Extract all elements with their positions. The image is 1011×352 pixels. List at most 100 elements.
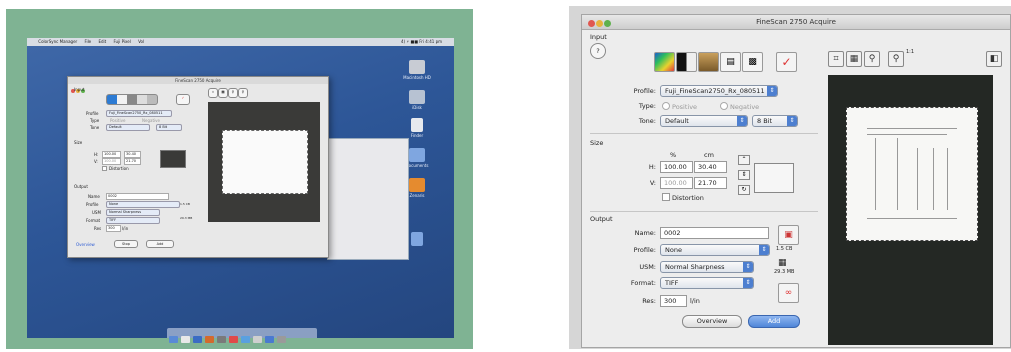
usm-popup[interactable]: Normal Sharpness ⇕ [660,261,754,273]
hard-drive-icon[interactable] [409,60,425,74]
finescan-window-small[interactable]: FineScan 2750 Acquire Input ✓ Profile Fu… [67,76,329,258]
crop-icon[interactable]: ⌗ [208,88,218,98]
sepia-mode-icon[interactable] [698,52,719,72]
tone-label: Tone [90,125,100,130]
type-positive-radio[interactable]: Positive [662,102,697,111]
profile-popup[interactable]: Fuji_FineScan2750_Rx_080511 ⇕ [660,85,778,97]
format-popup[interactable]: TIFF [106,217,160,224]
add-button[interactable]: Add [146,240,174,248]
profile-value: Fuji_FineScan2750_Rx_080511 [665,87,765,95]
h-cm-field[interactable]: 30.40 [124,151,141,158]
preview-area[interactable] [828,75,993,345]
dock-item-icon[interactable] [193,336,202,343]
add-button[interactable]: Add [748,315,800,328]
dock-item-icon[interactable] [253,336,262,343]
v-cm-field[interactable]: 21.70 [694,177,727,189]
popup-arrow-icon: ⇕ [787,116,797,126]
distortion-label: Distortion [109,166,129,171]
name-field[interactable]: 0002 [660,227,769,239]
dock-item-icon[interactable] [217,336,226,343]
distortion-checkbox[interactable]: Distortion [662,193,704,202]
menu-app-name[interactable]: ColorSync Manager [38,39,77,44]
menu-fuji[interactable]: Fuji Pixel [113,39,130,44]
menu-file[interactable]: File [84,39,91,44]
folder-icon[interactable] [411,232,423,246]
dock-item-icon[interactable] [205,336,214,343]
dock-item-icon[interactable] [241,336,250,343]
tone-popup[interactable]: Default [106,124,150,131]
halftone-mode-icon[interactable]: ▩ [742,52,763,72]
output-folder-icon[interactable]: ▣ [778,225,799,245]
colorsync-icon[interactable]: ✓ [176,94,190,105]
finescan-window[interactable]: FineScan 2750 Acquire Input ? ▤ ▩ ✓ Prof… [581,14,1011,348]
usm-popup[interactable]: Normal Sharpness [106,209,160,216]
colorsync-check-icon[interactable]: ✓ [776,52,797,72]
v-percent-field[interactable]: 100.00 [102,158,121,165]
zoom-icon[interactable] [604,20,611,27]
dock-item-icon[interactable] [277,336,286,343]
link-chain-icon[interactable]: ∞ [778,283,799,303]
v-cm-field[interactable]: 21.70 [124,158,141,165]
h-percent-field[interactable]: 100.00 [660,161,693,173]
dock-item-icon[interactable] [265,336,274,343]
menu-edit[interactable]: Edit [98,39,106,44]
window-controls [588,18,612,32]
profile-popup[interactable]: Fuji_FineScan2750_Rx_080511 [106,110,172,117]
lineart-mode-icon[interactable]: ▤ [720,52,741,72]
output-divider [590,211,818,212]
panel-toggle-icon[interactable]: ◧ [986,51,1002,67]
dock-item-icon[interactable] [181,336,190,343]
distortion-checkbox[interactable]: Distortion [102,166,129,171]
resize-up-button[interactable]: ⌃ [738,155,750,165]
help-button[interactable]: ? [590,43,606,59]
format-popup[interactable]: TIFF ⇕ [660,277,754,289]
link-icon[interactable]: ⇕ [738,170,750,180]
preview-area[interactable] [208,102,320,222]
popup-arrow-icon: ⇕ [743,278,753,288]
scan-mode-icons[interactable] [106,94,158,105]
stop-button[interactable]: Stop [114,240,138,248]
h-cm-field[interactable]: 30.40 [694,161,727,173]
magnifier-icon[interactable]: ⚲ [228,88,238,98]
color-mode-icon[interactable] [654,52,675,72]
overview-link[interactable]: Overview [76,242,95,247]
scanned-document [846,107,978,241]
magnifier-icon[interactable]: ⚲ [864,51,880,67]
type-negative[interactable]: Negative [142,118,160,123]
folder-icon[interactable] [409,148,425,162]
type-positive[interactable]: Positive [110,118,125,123]
zoom-actual-icon[interactable]: ⚲ [888,51,904,67]
menu-vol[interactable]: Vol [138,39,144,44]
app-icon[interactable] [409,178,425,192]
close-icon[interactable] [588,20,595,27]
format-label: Format [86,218,101,223]
background-window[interactable] [327,138,409,260]
type-negative-radio[interactable]: Negative [720,102,759,111]
popup-arrow-icon: ⇕ [759,245,769,255]
res-field[interactable]: 300 [106,225,121,232]
h-percent-field[interactable]: 100.00 [102,151,121,158]
disk-icon[interactable] [409,90,425,104]
name-field[interactable]: 0002 [106,193,169,200]
bit-depth-popup[interactable]: 8 Bit ⇕ [752,115,798,127]
crop-icon[interactable]: ⌗ [828,51,844,67]
overview-button[interactable]: Overview [682,315,742,328]
gray-mode-icon[interactable] [676,52,697,72]
document-icon[interactable] [411,118,423,132]
popup-arrow-icon: ⇕ [737,116,747,126]
grid-icon[interactable]: ▦ [218,88,228,98]
dock-item-icon[interactable] [169,336,178,343]
type-negative-label: Negative [730,103,760,111]
v-percent-field[interactable]: 100.00 [660,177,693,189]
res-field[interactable]: 300 [660,295,687,307]
dock-item-icon[interactable] [229,336,238,343]
bit-depth-popup[interactable]: 8 Bit [156,124,182,131]
zoom-one-icon[interactable]: ⚲ [238,88,248,98]
grid-icon[interactable]: ▦ [846,51,862,67]
tone-popup[interactable]: Default ⇕ [660,115,748,127]
rotate-icon[interactable]: ↻ [738,185,750,195]
out-profile-popup[interactable]: None ⇕ [660,244,770,256]
out-profile-popup[interactable]: None [106,201,180,208]
minimize-icon[interactable] [596,20,603,27]
scan-content-line [897,138,898,210]
